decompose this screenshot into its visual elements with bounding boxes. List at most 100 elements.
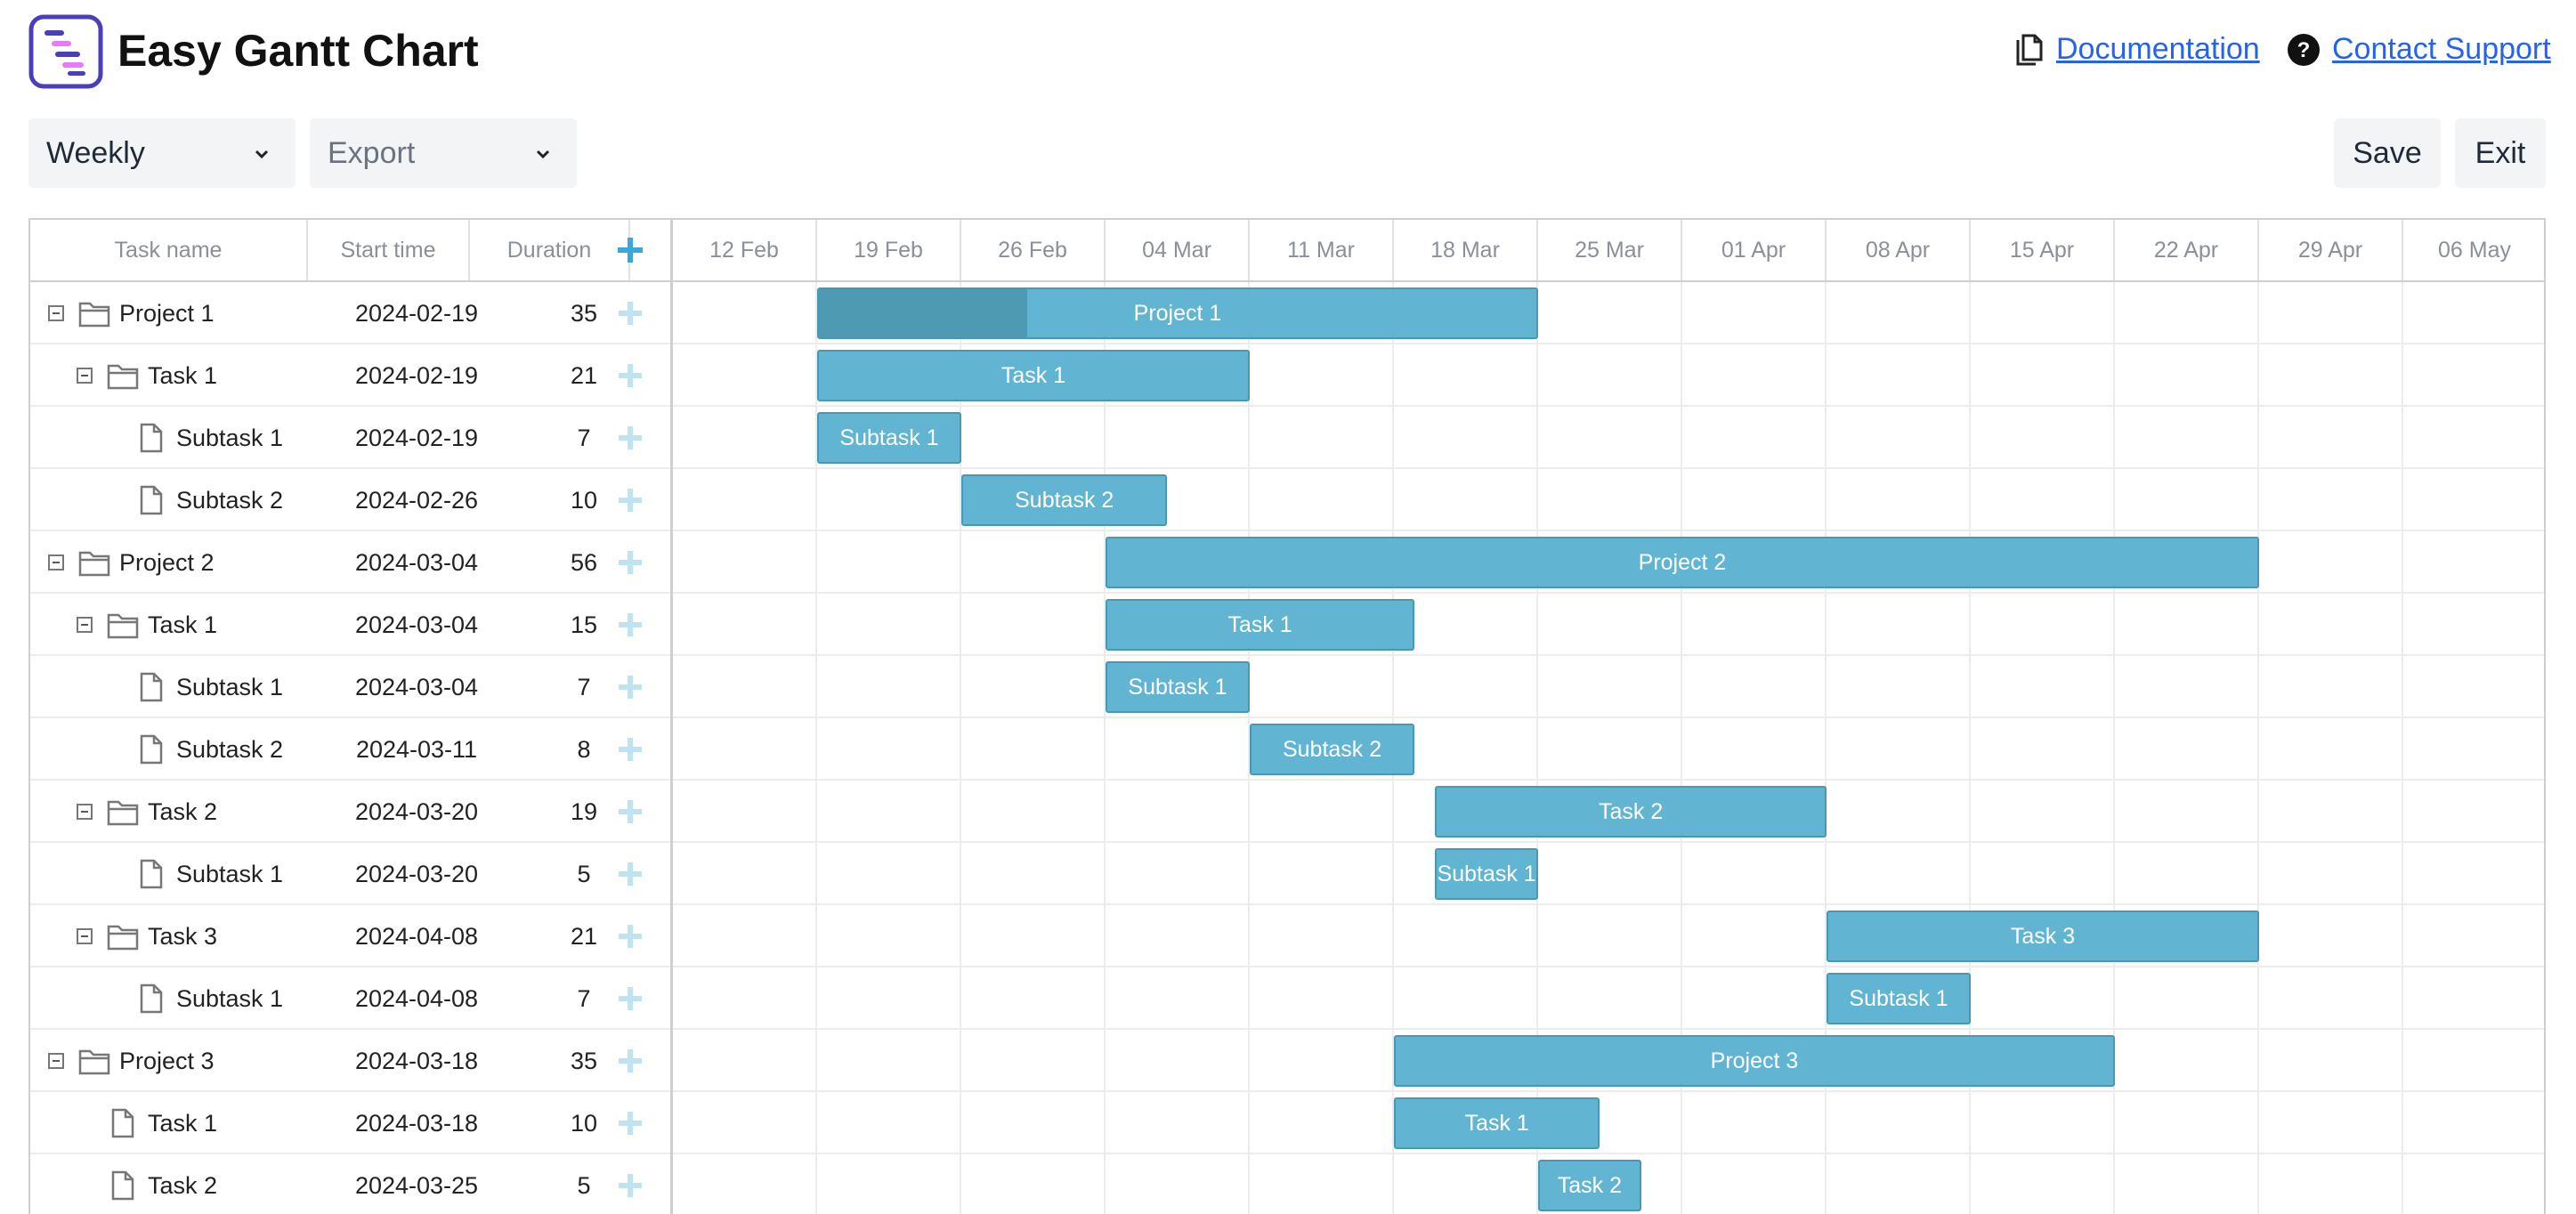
task-row[interactable]: Task 1 2024-03-04 15 bbox=[30, 594, 671, 656]
add-subtask-icon[interactable] bbox=[619, 1174, 642, 1197]
task-row[interactable]: Task 2 2024-03-20 19 bbox=[30, 781, 671, 843]
task-bar-label: Task 3 bbox=[2010, 923, 2076, 949]
task-row[interactable]: Project 3 2024-03-18 35 bbox=[30, 1030, 671, 1092]
contact-support-link[interactable]: Contact Support bbox=[2332, 32, 2551, 67]
task-name: Subtask 1 bbox=[176, 674, 284, 700]
task-bar[interactable]: Subtask 1 bbox=[817, 412, 961, 464]
scale-cell: 18 Mar bbox=[1394, 220, 1538, 280]
task-start-time: 2024-03-04 bbox=[354, 674, 479, 700]
grid-line bbox=[673, 966, 2544, 967]
task-bar-label: Task 1 bbox=[1464, 1110, 1529, 1136]
task-row[interactable]: Task 3 2024-04-08 21 bbox=[30, 905, 671, 967]
task-bar[interactable]: Project 1 bbox=[817, 287, 1538, 339]
task-name: Task 1 bbox=[148, 611, 218, 638]
add-subtask-icon[interactable] bbox=[619, 738, 642, 761]
gantt-chart: Task name Start time Duration Project 1 2… bbox=[28, 218, 2546, 1214]
help-icon[interactable]: ? bbox=[2286, 32, 2321, 68]
task-bar[interactable]: Task 1 bbox=[1106, 599, 1415, 651]
task-name: Subtask 1 bbox=[176, 861, 284, 887]
collapse-toggle-icon[interactable] bbox=[48, 305, 64, 321]
app-logo-icon bbox=[28, 14, 103, 89]
add-subtask-icon[interactable] bbox=[619, 426, 642, 449]
add-subtask-icon[interactable] bbox=[619, 987, 642, 1010]
export-select[interactable]: Export bbox=[310, 118, 577, 188]
add-subtask-icon[interactable] bbox=[619, 1049, 642, 1072]
task-start-time: 2024-03-25 bbox=[354, 1172, 479, 1199]
add-subtask-icon[interactable] bbox=[619, 862, 642, 886]
add-subtask-icon[interactable] bbox=[619, 1112, 642, 1135]
add-subtask-icon[interactable] bbox=[619, 364, 642, 387]
collapse-toggle-icon[interactable] bbox=[77, 368, 93, 384]
task-bar[interactable]: Subtask 1 bbox=[1827, 973, 1971, 1024]
collapse-toggle-icon[interactable] bbox=[77, 804, 93, 820]
task-bar[interactable]: Subtask 1 bbox=[1106, 661, 1250, 713]
task-bar[interactable]: Task 1 bbox=[817, 350, 1250, 401]
collapse-toggle-icon[interactable] bbox=[48, 1053, 64, 1069]
save-button[interactable]: Save bbox=[2334, 118, 2441, 188]
collapse-toggle-icon[interactable] bbox=[77, 617, 93, 633]
task-start-time: 2024-04-08 bbox=[354, 985, 479, 1012]
task-start-time: 2024-03-20 bbox=[354, 798, 479, 825]
task-name: Task 2 bbox=[148, 798, 218, 825]
add-subtask-icon[interactable] bbox=[619, 925, 642, 948]
task-start-time: 2024-03-04 bbox=[354, 611, 479, 638]
task-bar[interactable]: Task 3 bbox=[1827, 910, 2259, 962]
task-row[interactable]: Task 1 2024-03-18 10 bbox=[30, 1092, 671, 1154]
scale-cell: 12 Feb bbox=[673, 220, 817, 280]
task-bar[interactable]: Task 2 bbox=[1435, 786, 1827, 838]
task-bar-label: Project 3 bbox=[1710, 1048, 1799, 1073]
grid-line bbox=[673, 841, 2544, 843]
task-row[interactable]: Project 2 2024-03-04 56 bbox=[30, 531, 671, 594]
task-name: Project 2 bbox=[119, 549, 215, 576]
task-name: Project 3 bbox=[119, 1048, 215, 1074]
add-subtask-icon[interactable] bbox=[619, 551, 642, 574]
folder-icon bbox=[78, 302, 110, 328]
task-row[interactable]: Subtask 1 2024-03-20 5 bbox=[30, 843, 671, 905]
add-root-task-icon[interactable] bbox=[618, 238, 643, 263]
column-header-start-time[interactable]: Start time bbox=[308, 220, 470, 280]
task-row[interactable]: Subtask 1 2024-02-19 7 bbox=[30, 407, 671, 469]
task-bar[interactable]: Subtask 1 bbox=[1435, 848, 1538, 900]
add-subtask-icon[interactable] bbox=[619, 302, 642, 325]
task-bar[interactable]: Subtask 2 bbox=[1250, 724, 1415, 775]
task-bar[interactable]: Task 2 bbox=[1538, 1160, 1641, 1211]
task-start-time: 2024-03-11 bbox=[355, 736, 478, 763]
grid-line bbox=[673, 1028, 2544, 1030]
task-row[interactable]: Task 2 2024-03-25 5 bbox=[30, 1154, 671, 1214]
scale-cell: 26 Feb bbox=[961, 220, 1106, 280]
task-bar[interactable]: Subtask 2 bbox=[961, 474, 1168, 526]
task-name: Subtask 1 bbox=[176, 985, 284, 1012]
documentation-icon[interactable] bbox=[2010, 32, 2045, 68]
column-header-task-name[interactable]: Task name bbox=[30, 220, 308, 280]
task-bar[interactable]: Task 1 bbox=[1394, 1097, 1600, 1149]
scale-select[interactable]: Weekly bbox=[28, 118, 296, 188]
exit-button[interactable]: Exit bbox=[2455, 118, 2546, 188]
task-name: Task 3 bbox=[148, 923, 218, 950]
task-bar[interactable]: Project 2 bbox=[1106, 537, 2259, 588]
file-icon bbox=[140, 485, 163, 515]
task-row[interactable]: Project 1 2024-02-19 35 bbox=[30, 282, 671, 344]
documentation-link[interactable]: Documentation bbox=[2056, 32, 2260, 67]
task-progress[interactable] bbox=[819, 289, 1027, 337]
task-name: Subtask 2 bbox=[176, 487, 284, 514]
task-bar-label: Task 1 bbox=[1227, 611, 1292, 637]
task-row[interactable]: Subtask 2 2024-02-26 10 bbox=[30, 469, 671, 531]
collapse-toggle-icon[interactable] bbox=[48, 554, 64, 571]
add-subtask-icon[interactable] bbox=[619, 489, 642, 512]
chevron-down-icon bbox=[536, 150, 550, 159]
add-subtask-icon[interactable] bbox=[619, 676, 642, 699]
column-header-duration[interactable]: Duration bbox=[470, 220, 630, 280]
task-row[interactable]: Subtask 1 2024-03-04 7 bbox=[30, 656, 671, 718]
task-bar-label: Project 1 bbox=[1133, 300, 1222, 326]
task-start-time: 2024-03-04 bbox=[354, 549, 479, 576]
add-subtask-icon[interactable] bbox=[619, 800, 642, 823]
task-bar[interactable]: Project 3 bbox=[1394, 1035, 2115, 1087]
task-row[interactable]: Subtask 1 2024-04-08 7 bbox=[30, 967, 671, 1030]
task-start-time: 2024-03-20 bbox=[354, 861, 479, 887]
grid-line bbox=[2257, 282, 2259, 1214]
task-row[interactable]: Subtask 2 2024-03-11 8 bbox=[30, 718, 671, 781]
add-subtask-icon[interactable] bbox=[619, 613, 642, 636]
task-row[interactable]: Task 1 2024-02-19 21 bbox=[30, 344, 671, 407]
task-bar-label: Subtask 1 bbox=[1437, 861, 1536, 886]
collapse-toggle-icon[interactable] bbox=[77, 928, 93, 944]
